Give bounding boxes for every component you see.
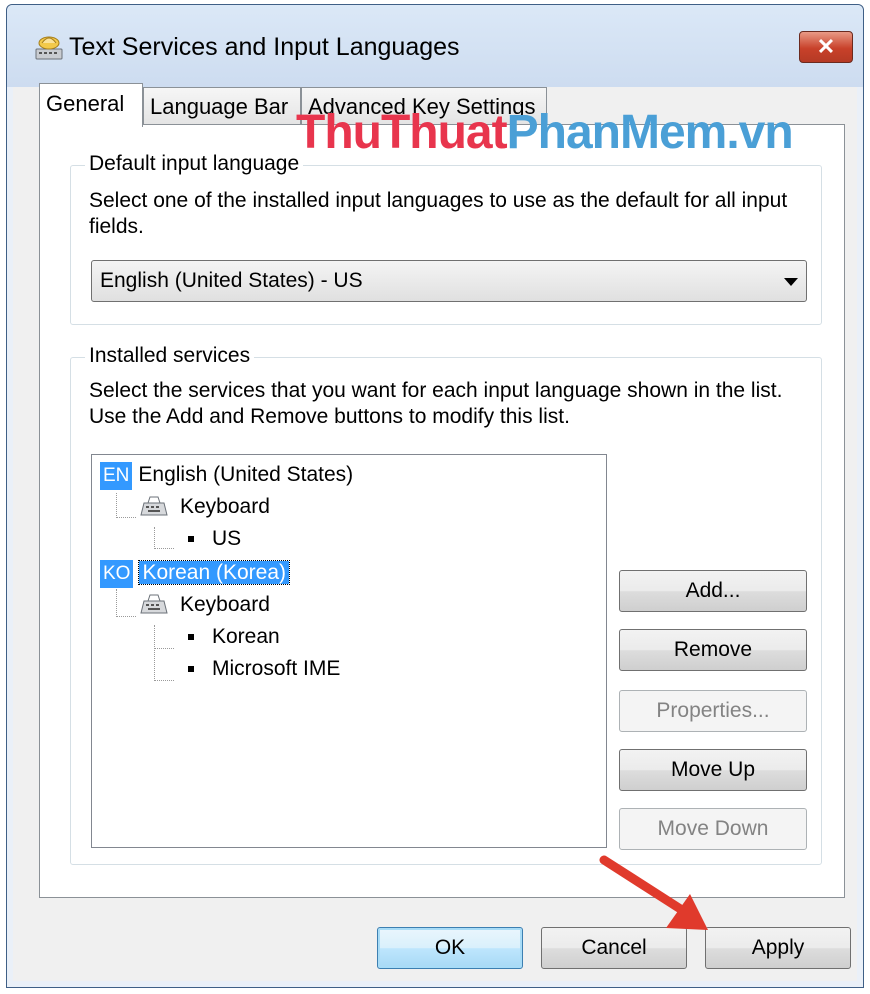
tree-line [154, 548, 174, 549]
tree-item-english-keyboard-label: Keyboard [180, 495, 270, 518]
close-icon: ✕ [816, 34, 836, 59]
tree-item-layout-microsoft-ime-label: Microsoft IME [212, 657, 341, 680]
bullet-icon [188, 536, 194, 543]
tree-item-korean-keyboard-label: Keyboard [180, 593, 270, 616]
installed-services-tree[interactable]: EN English (United States) Keyboard US K… [91, 454, 607, 848]
tree-line [154, 648, 174, 649]
default-input-language-description: Select one of the installed input langua… [89, 189, 788, 238]
apply-button[interactable]: Apply [705, 927, 851, 969]
default-language-dropdown[interactable]: English (United States) - US [91, 260, 807, 302]
window-title: Text Services and Input Languages [69, 33, 460, 61]
tree-item-layout-us[interactable]: US [188, 525, 241, 553]
tree-item-layout-microsoft-ime[interactable]: Microsoft IME [188, 655, 340, 683]
installed-services-title: Installed services [85, 344, 255, 368]
tree-item-korean-label: Korean (Korea) [138, 560, 291, 585]
title-bar[interactable]: Text Services and Input Languages ✕ [7, 5, 863, 87]
close-button[interactable]: ✕ [799, 31, 853, 63]
bullet-icon [188, 666, 194, 673]
general-tab-panel: ThuThuatPhanMem.vn Default input languag… [39, 106, 845, 898]
tree-line [154, 625, 155, 681]
language-badge-ko: KO [100, 560, 134, 588]
tree-line [116, 589, 117, 617]
properties-button[interactable]: Properties... [619, 690, 807, 732]
tree-line [154, 680, 174, 681]
installed-services-description-line2: Use the Add and Remove buttons to modify… [89, 405, 570, 428]
tree-item-english-keyboard[interactable]: Keyboard [180, 493, 270, 521]
tab-general-label: General [46, 91, 125, 116]
tree-item-layout-us-label: US [212, 527, 242, 550]
tree-line [116, 517, 136, 518]
watermark-part1: ThuThuat [296, 106, 508, 159]
installed-services-description-line1: Select the services that you want for ea… [89, 379, 783, 402]
move-up-button[interactable]: Move Up [619, 749, 807, 791]
tree-line [116, 493, 117, 518]
tree-item-english-label: English (United States) [138, 463, 354, 486]
dropdown-arrow-icon [784, 278, 798, 286]
keyboard-icon [140, 496, 168, 516]
tree-item-layout-korean[interactable]: Korean [188, 623, 280, 651]
installed-services-group: Installed services Select the services t… [70, 344, 822, 865]
default-language-value: English (United States) - US [100, 269, 363, 292]
watermark: ThuThuatPhanMem.vn [296, 105, 794, 160]
tree-item-korean[interactable]: KO Korean (Korea) [100, 559, 291, 588]
tab-general[interactable]: General [39, 83, 143, 127]
watermark-part2: PhanMem.vn [506, 106, 794, 159]
language-badge-en: EN [100, 462, 133, 490]
tree-line [154, 527, 155, 549]
tab-language-bar[interactable]: Language Bar [143, 87, 301, 125]
bullet-icon [188, 634, 194, 641]
dialog-client: General Language Bar Advanced Key Settin… [13, 83, 857, 981]
text-services-icon [35, 36, 63, 60]
tree-item-layout-korean-label: Korean [212, 625, 280, 648]
red-arrow-pointer [599, 855, 708, 930]
tree-line [116, 616, 136, 617]
keyboard-icon [140, 594, 168, 614]
ok-button[interactable]: OK [377, 927, 523, 969]
default-input-language-group: Default input language Select one of the… [70, 152, 822, 325]
dialog-window: Text Services and Input Languages ✕ Gene… [6, 4, 864, 988]
move-down-button[interactable]: Move Down [619, 808, 807, 850]
default-input-language-title: Default input language [85, 152, 304, 176]
remove-button[interactable]: Remove [619, 629, 807, 671]
tree-item-korean-keyboard[interactable]: Keyboard [180, 591, 270, 619]
add-button[interactable]: Add... [619, 570, 807, 612]
tab-language-bar-label: Language Bar [150, 94, 289, 119]
tree-item-english[interactable]: EN English (United States) [100, 461, 354, 490]
